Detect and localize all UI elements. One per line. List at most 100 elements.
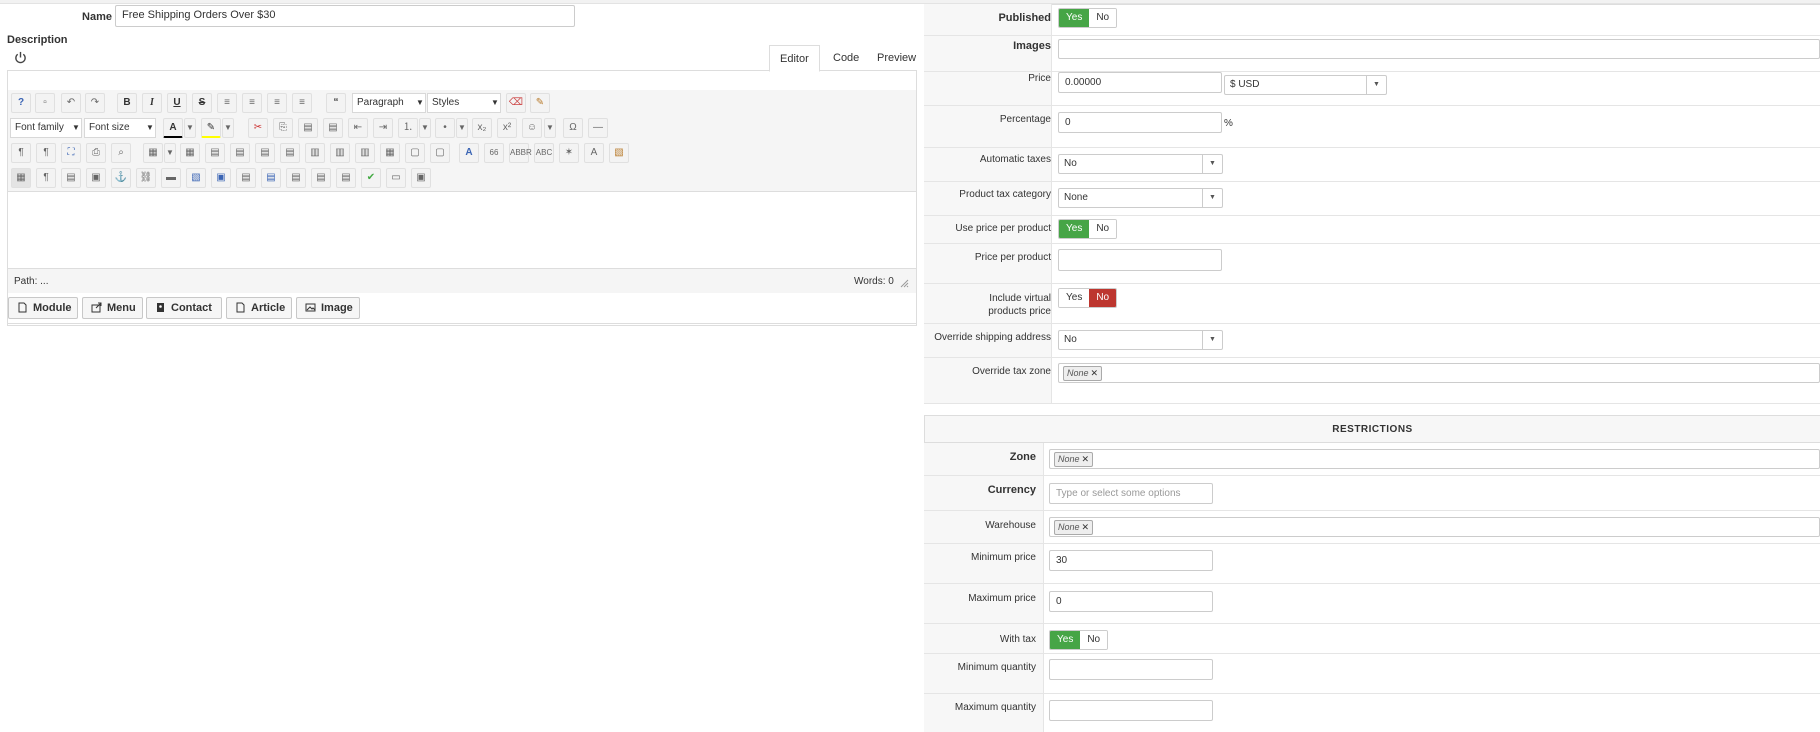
copy-icon[interactable]: ⎘	[273, 118, 293, 138]
editor-content-area[interactable]	[8, 192, 916, 269]
delete-col-icon[interactable]: ▥	[355, 143, 375, 163]
article-button[interactable]: Article	[226, 297, 292, 319]
menu-button[interactable]: Menu	[82, 297, 143, 319]
minimum-price-input[interactable]: 30	[1049, 550, 1213, 571]
resize-handle-icon[interactable]	[900, 279, 909, 288]
attributes-icon[interactable]: ▧	[609, 143, 629, 163]
cell-props-icon[interactable]: ▢	[430, 143, 450, 163]
special-character-icon[interactable]: Ω	[563, 118, 583, 138]
lock-document-icon[interactable]: ▤	[336, 168, 356, 188]
price-input[interactable]: 0.00000	[1058, 72, 1222, 93]
module-button[interactable]: Module	[8, 297, 78, 319]
delete-document-icon[interactable]: ▤	[311, 168, 331, 188]
acronym-icon[interactable]: ABC	[534, 143, 554, 163]
include-virtual-no[interactable]: No	[1089, 289, 1117, 307]
redo-icon[interactable]: ↷	[85, 93, 105, 113]
undo-icon[interactable]: ↶	[61, 93, 81, 113]
chevron-down-icon[interactable]: ▼	[184, 118, 196, 138]
insert-image-icon[interactable]: ▧	[186, 168, 206, 188]
align-center-icon[interactable]: ≡	[242, 93, 262, 113]
use-price-per-product-yes[interactable]: Yes	[1059, 220, 1090, 238]
override-tax-zone-field[interactable]	[1058, 363, 1820, 383]
save-icon[interactable]: ▣	[211, 168, 231, 188]
tab-preview[interactable]: Preview	[867, 45, 926, 72]
name-input[interactable]: Free Shipping Orders Over $30	[115, 5, 575, 27]
align-right-icon[interactable]: ≡	[292, 93, 312, 113]
template-icon[interactable]: ▤	[61, 168, 81, 188]
styles-select[interactable]: Styles ▼	[427, 93, 501, 113]
media-icon[interactable]: ▣	[411, 168, 431, 188]
delete-row-icon[interactable]: ▤	[255, 143, 275, 163]
paragraph-select[interactable]: Paragraph ▼	[352, 93, 426, 113]
include-virtual-toggle[interactable]: Yes No	[1058, 288, 1118, 308]
cleanup-brush-icon[interactable]: ✎	[530, 93, 550, 113]
highlight-color-icon[interactable]: ✎	[201, 118, 221, 138]
hr-line-icon[interactable]: ▭	[386, 168, 406, 188]
table-props-icon[interactable]: ▦	[180, 143, 200, 163]
use-price-per-product-toggle[interactable]: Yes No	[1058, 219, 1118, 239]
fullscreen-icon[interactable]: ⛶	[61, 143, 81, 163]
row-after-icon[interactable]: ▤	[230, 143, 250, 163]
align-justify-icon[interactable]: ≡	[217, 93, 237, 113]
row-before-icon[interactable]: ▤	[205, 143, 225, 163]
abbr-icon[interactable]: ABBR	[509, 143, 532, 163]
col-after-icon[interactable]: ▥	[330, 143, 350, 163]
percentage-input[interactable]: 0	[1058, 112, 1222, 133]
underline-button[interactable]: U	[167, 93, 187, 113]
insert-file-icon[interactable]: ▤	[236, 168, 256, 188]
table-icon[interactable]: ▦	[143, 143, 163, 163]
paste-text-icon[interactable]: ▤	[323, 118, 343, 138]
paste-icon[interactable]: ▤	[298, 118, 318, 138]
cut-icon[interactable]: ✂	[248, 118, 268, 138]
chevron-down-icon[interactable]: ▼	[456, 118, 468, 138]
include-virtual-yes[interactable]: Yes	[1059, 289, 1090, 307]
minimum-quantity-input[interactable]	[1049, 659, 1213, 680]
chevron-down-icon[interactable]: ▼	[222, 118, 234, 138]
close-icon[interactable]: ✕	[1091, 368, 1099, 378]
spellcheck-icon[interactable]: ✔	[361, 168, 381, 188]
align-left-icon[interactable]: ≡	[267, 93, 287, 113]
numbered-list-icon[interactable]: ⒈	[398, 118, 418, 138]
warehouse-field[interactable]	[1049, 517, 1820, 537]
maximum-price-input[interactable]: 0	[1049, 591, 1213, 612]
use-price-per-product-no[interactable]: No	[1089, 220, 1117, 238]
new-document-icon[interactable]: ▫	[35, 93, 55, 113]
page-break-icon[interactable]: ▬	[161, 168, 181, 188]
maximum-quantity-input[interactable]	[1049, 700, 1213, 721]
row-props-icon[interactable]: ▤	[280, 143, 300, 163]
automatic-taxes-select[interactable]: No ▼	[1058, 154, 1223, 174]
font-family-select[interactable]: Font family ▼	[10, 118, 82, 138]
visual-aid-icon[interactable]: ▦	[11, 168, 31, 188]
emoticons-icon[interactable]: ☺	[522, 118, 542, 138]
published-no[interactable]: No	[1089, 9, 1117, 27]
bold-button[interactable]: B	[117, 93, 137, 113]
chevron-down-icon[interactable]: ▼	[164, 143, 176, 163]
split-cells-icon[interactable]: ▢	[405, 143, 425, 163]
product-tax-category-select[interactable]: None ▼	[1058, 188, 1223, 208]
text-color-icon[interactable]: A	[163, 118, 183, 138]
eraser-icon[interactable]: ⌫	[506, 93, 526, 113]
layer-icon[interactable]: ▣	[86, 168, 106, 188]
chevron-down-icon[interactable]: ▼	[544, 118, 556, 138]
rtl-icon[interactable]: ¶	[36, 143, 56, 163]
blockquote-icon[interactable]: “	[326, 93, 346, 113]
italic-button[interactable]: I	[142, 93, 162, 113]
price-per-product-input[interactable]	[1058, 249, 1222, 271]
cite-icon[interactable]: 66	[484, 143, 504, 163]
image-button[interactable]: Image	[296, 297, 360, 319]
help-icon[interactable]: ?	[11, 93, 31, 113]
close-icon[interactable]: ✕	[1082, 522, 1090, 532]
contact-button[interactable]: Contact	[146, 297, 222, 319]
with-tax-toggle[interactable]: Yes No	[1049, 630, 1109, 650]
zone-field[interactable]	[1049, 449, 1820, 469]
document-icon[interactable]: ▤	[261, 168, 281, 188]
subscript-icon[interactable]: x₂	[472, 118, 492, 138]
published-toggle[interactable]: Yes No	[1058, 8, 1118, 28]
print-icon[interactable]: ⎙	[86, 143, 106, 163]
visual-chars-icon[interactable]: ¶	[36, 168, 56, 188]
ltr-icon[interactable]: ¶	[11, 143, 31, 163]
col-before-icon[interactable]: ▥	[305, 143, 325, 163]
images-field[interactable]	[1058, 39, 1820, 59]
tab-editor[interactable]: Editor	[769, 45, 820, 72]
close-icon[interactable]: ✕	[1082, 454, 1090, 464]
